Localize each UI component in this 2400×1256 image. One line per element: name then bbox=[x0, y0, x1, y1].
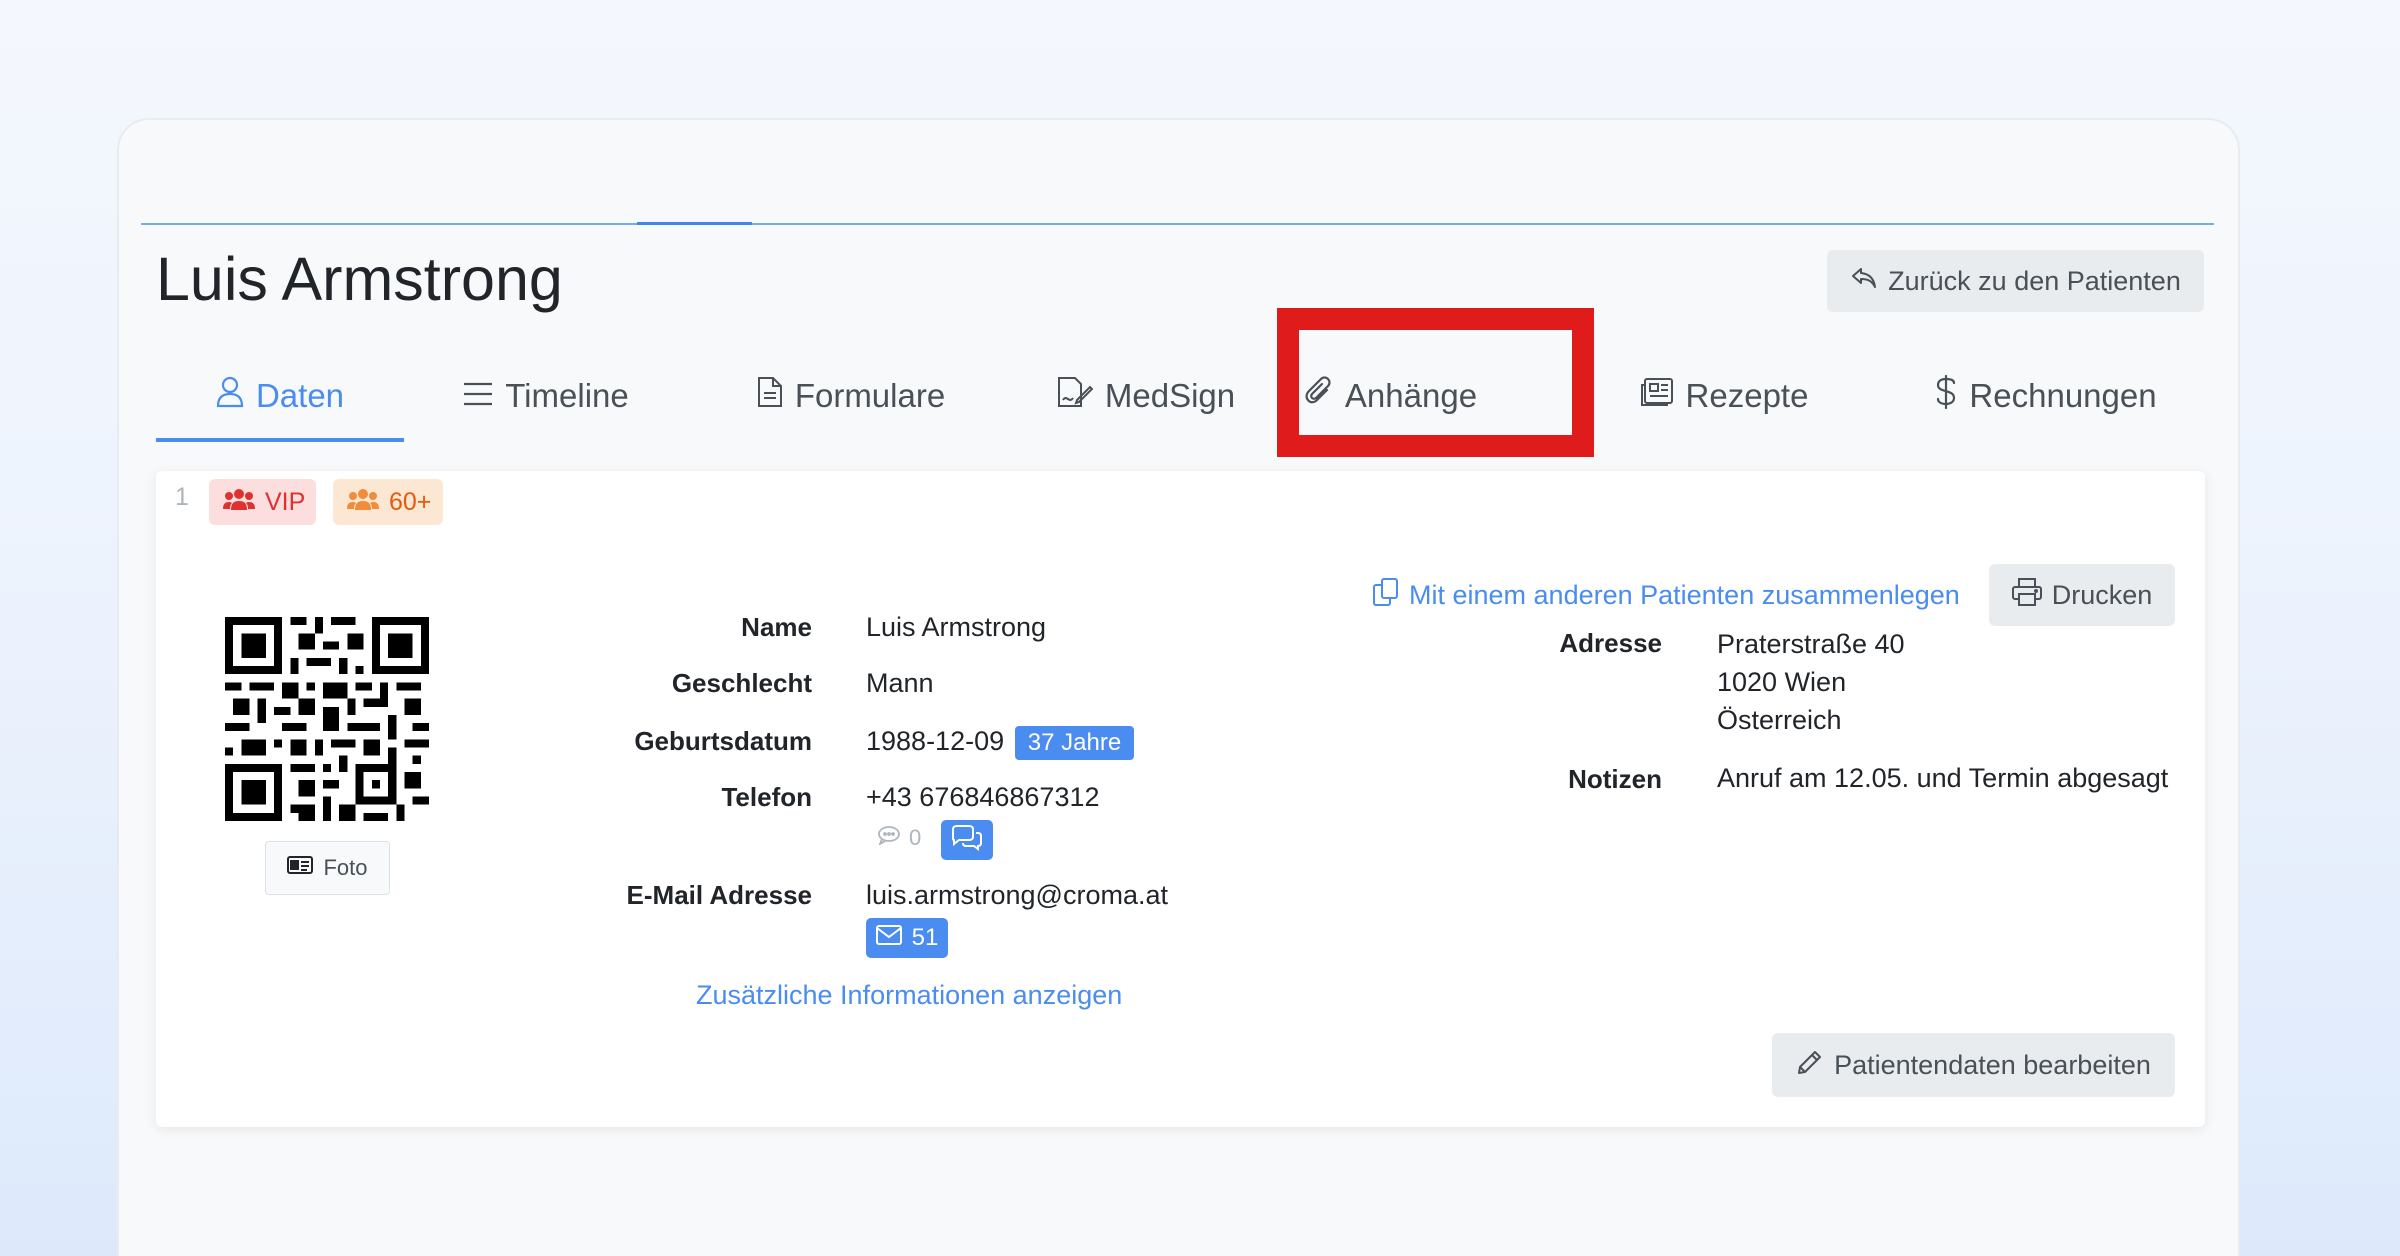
print-button[interactable]: Drucken bbox=[1989, 564, 2175, 626]
phone-value[interactable]: +43 676846867312 bbox=[866, 782, 1100, 813]
dollar-icon bbox=[1935, 374, 1957, 417]
edit-patient-button[interactable]: Patientendaten bearbeiten bbox=[1772, 1033, 2175, 1097]
paperclip-icon bbox=[1305, 376, 1333, 416]
photo-button-label: Foto bbox=[323, 855, 368, 880]
print-button-label: Drucken bbox=[2051, 579, 2153, 610]
prescription-icon bbox=[1640, 377, 1674, 415]
vip-tag[interactable]: VIP bbox=[209, 479, 316, 525]
address-city: 1020 Wien bbox=[1717, 667, 1847, 697]
chat-icon bbox=[950, 824, 984, 856]
notes-value: Anruf am 12.05. und Termin abgesagt bbox=[1717, 763, 2169, 793]
tab-label: Rezepte bbox=[1685, 377, 1809, 414]
patient-tabs: Daten Timeline Formulare MedSign Anhänge… bbox=[156, 350, 2205, 445]
tag-label: 60+ bbox=[389, 487, 432, 516]
active-tab-indicator bbox=[156, 438, 404, 442]
merge-patient-link[interactable]: Mit einem anderen Patienten zusammenlege… bbox=[1373, 578, 1960, 613]
address-value: Praterstraße 40 1020 Wien Österreich bbox=[1717, 625, 1905, 739]
age-badge: 37 Jahre bbox=[1015, 726, 1134, 760]
gender-label: Geschlecht bbox=[671, 668, 812, 698]
envelope-icon bbox=[875, 924, 902, 952]
tab-label: Rechnungen bbox=[1969, 377, 2157, 414]
tab-medsign[interactable]: MedSign bbox=[1046, 350, 1246, 442]
tab-label: Daten bbox=[255, 377, 345, 414]
tab-label: Timeline bbox=[505, 377, 629, 414]
page-title: Luis Armstrong bbox=[156, 245, 563, 313]
tab-daten[interactable]: Daten bbox=[156, 350, 404, 442]
patient-data-card bbox=[156, 471, 2205, 1127]
list-icon bbox=[463, 377, 493, 415]
users-icon bbox=[347, 488, 379, 517]
name-value: Luis Armstrong bbox=[866, 612, 1047, 642]
address-street: Praterstraße 40 bbox=[1717, 629, 1905, 659]
send-email-button[interactable]: 51 bbox=[866, 918, 948, 958]
mail-count: 51 bbox=[911, 924, 939, 951]
tab-rezepte[interactable]: Rezepte bbox=[1634, 350, 1814, 442]
address-country: Österreich bbox=[1717, 705, 1842, 735]
back-button-label: Zurück zu den Patienten bbox=[1888, 265, 2181, 296]
users-icon bbox=[223, 488, 255, 517]
comment-icon bbox=[877, 825, 901, 851]
back-to-patients-button[interactable]: Zurück zu den Patienten bbox=[1827, 250, 2204, 312]
merge-link-label: Mit einem anderen Patienten zusammenlege… bbox=[1409, 580, 1960, 610]
top-divider bbox=[141, 223, 2214, 225]
photo-button[interactable]: Foto bbox=[265, 841, 390, 895]
phone-label: Telefon bbox=[721, 782, 812, 812]
signature-icon bbox=[1057, 376, 1094, 416]
document-icon bbox=[757, 376, 783, 416]
tab-anhaenge[interactable]: Anhänge bbox=[1291, 350, 1491, 442]
reply-arrow-icon bbox=[1850, 266, 1878, 297]
edit-button-label: Patientendaten bearbeiten bbox=[1834, 1049, 2151, 1080]
id-card-icon bbox=[287, 855, 314, 881]
tab-label: Formulare bbox=[794, 377, 946, 414]
printer-icon bbox=[2011, 577, 2042, 613]
user-icon bbox=[216, 376, 244, 416]
pencil-icon bbox=[1796, 1048, 1824, 1083]
senior-tag[interactable]: 60+ bbox=[333, 479, 443, 525]
tab-formulare[interactable]: Formulare bbox=[741, 350, 961, 442]
card-index: 1 bbox=[175, 483, 189, 511]
tab-label: Anhänge bbox=[1344, 377, 1478, 414]
sms-count-value: 0 bbox=[909, 825, 922, 850]
gender-value: Mann bbox=[866, 668, 934, 698]
address-label: Adresse bbox=[1559, 628, 1662, 658]
email-value[interactable]: luis.armstrong@croma.at bbox=[866, 880, 1168, 911]
tag-label: VIP bbox=[265, 487, 306, 516]
name-label: Name bbox=[741, 612, 812, 642]
sms-count: 0 bbox=[877, 825, 921, 851]
qr-code bbox=[225, 617, 429, 821]
birthdate-value: 1988-12-09 bbox=[866, 726, 1005, 756]
tab-rechnungen[interactable]: Rechnungen bbox=[1916, 350, 2176, 442]
tab-label: MedSign bbox=[1104, 377, 1236, 414]
tab-timeline[interactable]: Timeline bbox=[446, 350, 646, 442]
top-divider-accent bbox=[637, 222, 752, 225]
copy-icon bbox=[1373, 578, 1399, 613]
birthdate-label: Geburtsdatum bbox=[634, 726, 812, 756]
notes-label: Notizen bbox=[1568, 764, 1662, 794]
send-sms-button[interactable] bbox=[941, 820, 993, 860]
more-info-link[interactable]: Zusätzliche Informationen anzeigen bbox=[696, 980, 1122, 1011]
email-label: E-Mail Adresse bbox=[626, 880, 812, 910]
